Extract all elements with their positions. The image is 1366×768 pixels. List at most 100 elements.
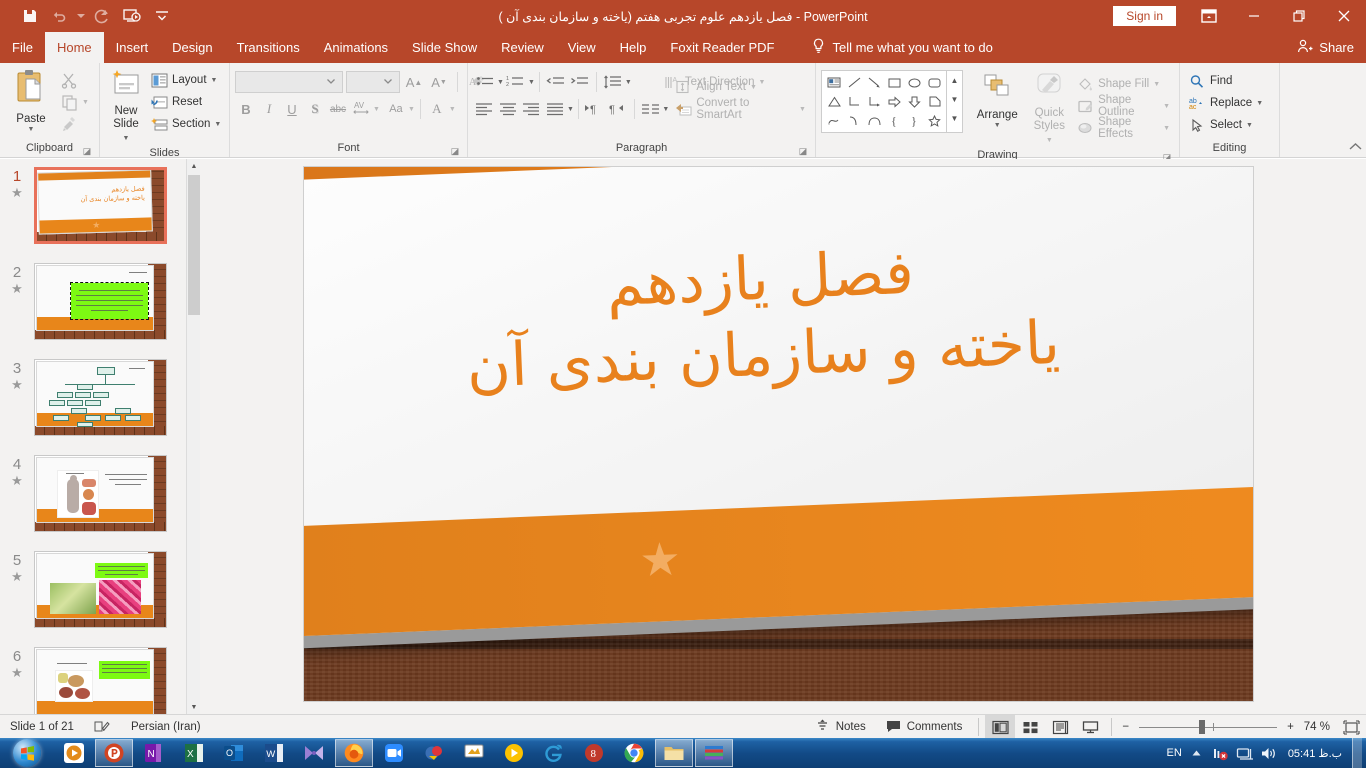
slide-thumbnail-pane[interactable]: 1 ★ فصل یازدهم یاخته و سازمان بندی آن ★ … — [0, 159, 200, 714]
shape-left-brace[interactable]: { — [884, 111, 904, 130]
gallery-scroll-up-icon[interactable]: ▲ — [947, 71, 962, 90]
chevron-down-icon-layout[interactable]: ▼ — [211, 77, 218, 84]
paragraph-dialog-launcher[interactable]: ◪ — [798, 146, 808, 156]
shapes-gallery-nav[interactable]: ▲ ▼ ▼ — [947, 70, 963, 133]
align-right-button[interactable] — [520, 98, 544, 120]
arrange-button[interactable]: Arrange ▼ — [969, 70, 1026, 131]
chevron-down-icon-copy[interactable]: ▼ — [82, 99, 89, 106]
tab-transitions[interactable]: Transitions — [225, 32, 312, 63]
chevron-down-icon-font-color[interactable]: ▼ — [449, 106, 456, 113]
zoom-slider[interactable] — [1133, 715, 1283, 739]
chevron-down-icon-char-spacing[interactable]: ▼ — [373, 106, 380, 113]
character-spacing-button[interactable]: AV — [350, 98, 372, 120]
view-normal-button[interactable] — [985, 715, 1016, 739]
shape-rectangle[interactable] — [884, 73, 904, 92]
bullets-button[interactable] — [473, 71, 497, 93]
shape-star[interactable] — [924, 111, 944, 130]
slide-title-placeholder[interactable]: فصل یازدهم یاخته و سازمان بندی آن — [304, 221, 1248, 413]
chevron-down-icon-line-spacing[interactable]: ▼ — [625, 79, 632, 86]
clipboard-dialog-launcher[interactable]: ◪ — [82, 146, 92, 156]
fit-slide-to-window-button[interactable] — [1336, 715, 1366, 739]
tab-slide-show[interactable]: Slide Show — [400, 32, 489, 63]
tab-foxit-reader-pdf[interactable]: Foxit Reader PDF — [658, 32, 786, 63]
zoom-slider-thumb[interactable] — [1199, 720, 1206, 734]
tab-view[interactable]: View — [556, 32, 608, 63]
quick-styles-button[interactable]: Quick Styles ▼ — [1026, 70, 1074, 148]
taskbar-vlc[interactable] — [495, 739, 533, 767]
ltr-text-direction-button[interactable]: ¶ — [583, 98, 607, 120]
chevron-down-icon-select[interactable]: ▼ — [1246, 122, 1253, 129]
justify-button[interactable] — [544, 98, 568, 120]
reset-button[interactable]: Reset — [147, 91, 225, 113]
numbering-button[interactable]: 12 — [504, 71, 528, 93]
customize-quick-access-toolbar-icon[interactable] — [148, 3, 176, 29]
find-button[interactable]: Find — [1185, 70, 1236, 92]
view-reading-button[interactable] — [1045, 715, 1075, 739]
tab-design[interactable]: Design — [160, 32, 224, 63]
shape-pentagon[interactable] — [924, 92, 944, 111]
shape-arc[interactable] — [864, 111, 884, 130]
slide-editing-canvas[interactable]: ★ فصل یازدهم یاخته و سازمان بندی آن — [200, 159, 1366, 714]
rtl-text-direction-button[interactable]: ¶ — [606, 98, 630, 120]
section-button[interactable]: Section ▼ — [147, 113, 225, 135]
chevron-down-icon-shape-outline[interactable]: ▼ — [1163, 103, 1170, 110]
animation-star-icon[interactable]: ★ — [11, 474, 23, 488]
shape-right-arrow[interactable] — [884, 92, 904, 111]
font-size-combo[interactable] — [346, 71, 400, 93]
chevron-down-icon-shape-fill[interactable]: ▼ — [1153, 81, 1160, 88]
chevron-down-icon-numbering[interactable]: ▼ — [528, 79, 535, 86]
chevron-down-icon-align-text[interactable]: ▼ — [750, 84, 757, 91]
chevron-down-icon-undo[interactable] — [76, 3, 86, 29]
thumbnail-pane-scrollbar[interactable]: ▲ ▼ — [186, 159, 200, 714]
ribbon-display-options-icon[interactable] — [1186, 0, 1231, 32]
chevron-down-icon-paste[interactable]: ▼ — [28, 126, 35, 133]
zoom-in-button[interactable]: + — [1283, 715, 1298, 739]
thumbnail-slide-2[interactable]: 2 ★ — [0, 263, 186, 340]
volume-icon[interactable] — [1260, 744, 1278, 762]
animation-star-icon[interactable]: ★ — [11, 570, 23, 584]
chevron-down-icon-shape-effects[interactable]: ▼ — [1163, 125, 1170, 132]
scroll-up-arrow-icon[interactable]: ▲ — [187, 159, 200, 173]
taskbar-idm[interactable]: 8 — [575, 739, 613, 767]
current-slide[interactable]: ★ فصل یازدهم یاخته و سازمان بندی آن — [304, 167, 1253, 701]
taskbar-onenote[interactable]: N — [135, 739, 173, 767]
italic-button[interactable]: I — [258, 98, 280, 120]
chevron-down-icon-font-name[interactable] — [326, 76, 338, 89]
shape-outline-button[interactable]: Shape Outline ▼ — [1073, 94, 1174, 118]
shape-elbow-connector[interactable] — [844, 92, 864, 111]
zoom-out-button[interactable]: − — [1118, 715, 1133, 739]
slide-counter[interactable]: Slide 1 of 21 — [0, 715, 84, 739]
select-button[interactable]: Select ▼ — [1185, 114, 1257, 136]
shape-oval[interactable] — [904, 73, 924, 92]
thumbnail-slide-5[interactable]: 5 ★ — [0, 551, 186, 628]
thumbnail-image-4[interactable] — [34, 455, 167, 532]
shape-triangle[interactable] — [824, 92, 844, 111]
tab-home[interactable]: Home — [44, 32, 104, 63]
language-indicator[interactable]: Persian (Iran) — [121, 715, 211, 739]
chevron-down-icon-arrange[interactable]: ▼ — [994, 122, 1001, 129]
undo-icon[interactable] — [46, 3, 74, 29]
change-case-button[interactable]: Aa — [385, 98, 407, 120]
thumbnail-image-6[interactable] — [34, 647, 167, 714]
shape-elbow-arrow-connector[interactable] — [864, 92, 884, 111]
chevron-down-icon-replace[interactable]: ▼ — [1256, 100, 1263, 107]
start-from-beginning-icon[interactable] — [118, 3, 146, 29]
shape-down-arrow[interactable] — [904, 92, 924, 111]
show-desktop-button[interactable] — [1352, 738, 1362, 768]
shape-rounded-rectangle[interactable] — [924, 73, 944, 92]
clock[interactable]: 05:41 ب.ظ — [1284, 747, 1346, 760]
tab-file[interactable]: File — [0, 32, 45, 63]
taskbar-firefox[interactable] — [335, 739, 373, 767]
thumbnail-image-5[interactable] — [34, 551, 167, 628]
thumbnail-image-3[interactable] — [34, 359, 167, 436]
line-spacing-button[interactable] — [601, 71, 625, 93]
network-error-icon[interactable] — [1212, 744, 1230, 762]
layout-button[interactable]: Layout ▼ — [147, 69, 225, 91]
taskbar-media-player[interactable] — [55, 739, 93, 767]
increase-font-size-button[interactable]: A ▲ — [403, 71, 425, 93]
taskbar-internet-explorer[interactable] — [535, 739, 573, 767]
view-slide-show-button[interactable] — [1075, 715, 1105, 739]
align-text-button[interactable]: Align Text ▼ — [671, 76, 810, 98]
animation-star-icon[interactable]: ★ — [11, 186, 23, 200]
tab-animations[interactable]: Animations — [312, 32, 400, 63]
